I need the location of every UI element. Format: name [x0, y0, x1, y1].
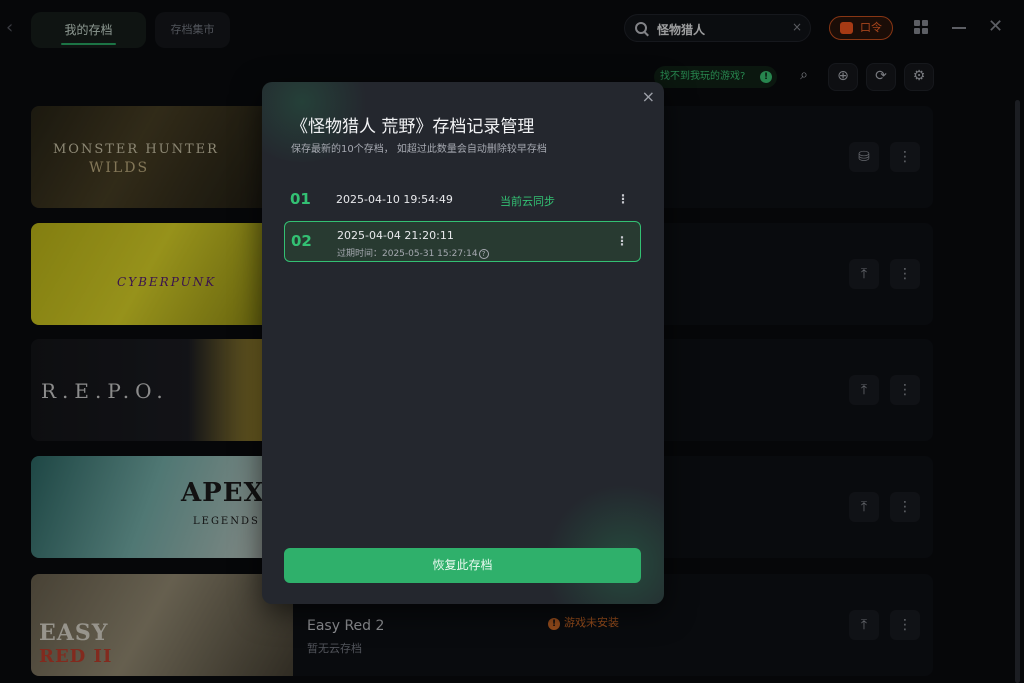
info-icon[interactable]: ?	[478, 249, 489, 259]
more-icon[interactable]: ⋮	[616, 234, 628, 248]
save-index: 01	[290, 190, 311, 208]
save-record-row[interactable]: 02 2025-04-04 21:20:11 过期时间：2025-05-31 1…	[284, 221, 641, 262]
save-record-row[interactable]: 01 2025-04-10 19:54:49 当前云同步 ⋮	[284, 180, 641, 221]
cloud-sync-status: 当前云同步	[500, 195, 555, 208]
close-dialog-icon[interactable]: ×	[642, 87, 655, 106]
save-expiry-text: 过期时间：2025-05-31 15:27:14	[337, 249, 478, 259]
dialog-subtitle: 保存最新的10个存档， 如超过此数量会自动删除较早存档	[291, 144, 547, 155]
restore-save-button[interactable]: 恢复此存档	[284, 548, 641, 583]
save-history-dialog: × 《怪物猎人 荒野》存档记录管理 保存最新的10个存档， 如超过此数量会自动删…	[262, 82, 664, 604]
save-date: 2025-04-04 21:20:11	[337, 229, 454, 242]
save-date: 2025-04-10 19:54:49	[336, 193, 453, 206]
save-index: 02	[291, 232, 312, 250]
save-expiry: 过期时间：2025-05-31 15:27:14?	[337, 246, 489, 259]
dialog-title: 《怪物猎人 荒野》存档记录管理	[291, 117, 535, 137]
more-icon[interactable]: ⋮	[617, 192, 629, 206]
decorative-glow	[544, 484, 664, 604]
